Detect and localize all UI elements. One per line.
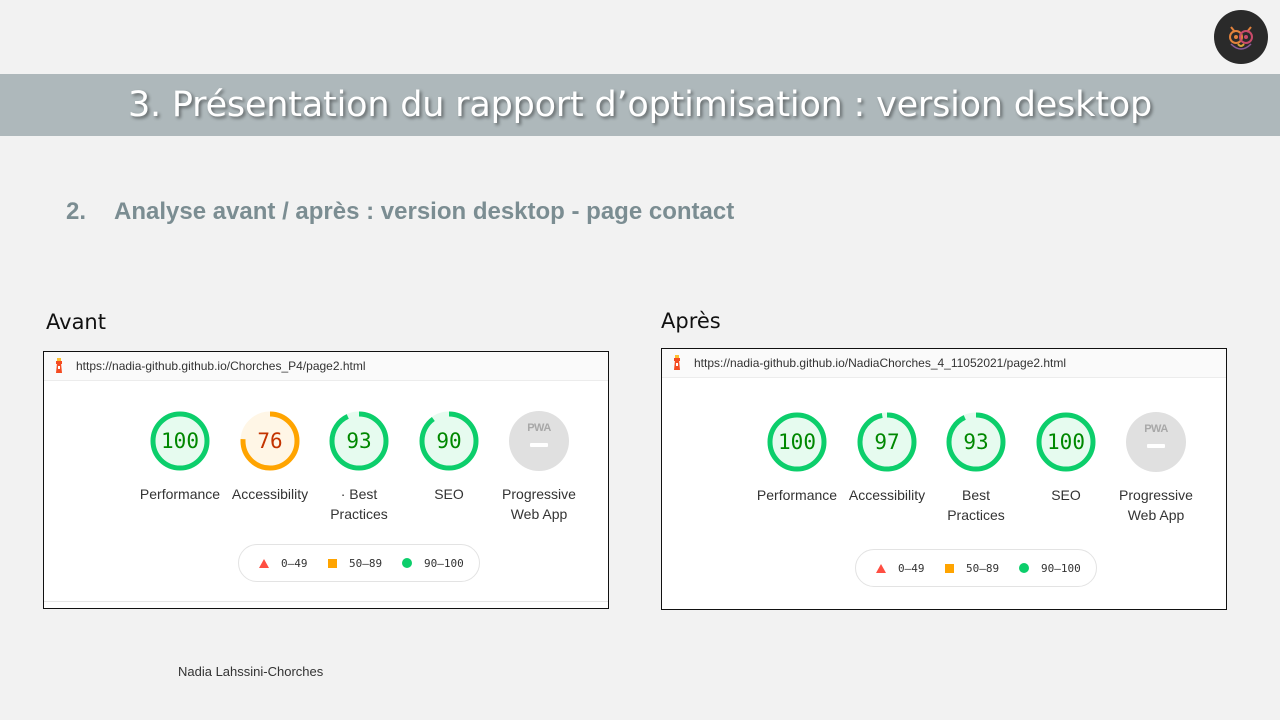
gauge-label: Best Practices [947,487,1005,523]
gauge-score: 100 [1047,430,1085,454]
gauge-score: 76 [257,429,283,453]
gauge-pwa[interactable]: PWA Progressive Web App [1111,411,1201,525]
lighthouse-report-before: https://nadia-github.github.io/Chorches_… [43,351,609,609]
gauge-performance[interactable]: 100 Performance [752,411,842,505]
score-legend: 0–49 50–89 90–100 [238,544,480,582]
gauge-label: Accessibility [848,487,926,503]
title-band: 3. Présentation du rapport d’optimisatio… [0,74,1280,136]
legend-fail: 0–49 [876,562,925,575]
panel-label-before: Avant [46,310,106,334]
gauge-seo[interactable]: 90 SEO [404,410,494,504]
gauge-seo[interactable]: 100 SEO [1021,411,1111,505]
square-icon [328,559,337,568]
circle-icon [402,558,412,568]
pwa-dash-icon [1147,444,1165,448]
gauge-score: 93 [346,429,372,453]
gauge-label: Performance [756,487,838,503]
gauge-score: 100 [778,430,816,454]
score-legend: 0–49 50–89 90–100 [855,549,1097,587]
divider [44,601,608,602]
pwa-icon: PWA [1144,423,1168,435]
owl-logo-icon [1214,10,1268,64]
triangle-icon [876,564,886,573]
gauge-label: SEO [434,486,464,502]
legend-average: 50–89 [328,557,382,570]
legend-pass: 90–100 [1019,562,1081,575]
gauge-label: Progressive Web App [1119,487,1193,523]
pwa-icon: PWA [527,422,551,434]
legend-average: 50–89 [945,562,999,575]
gauge-score: 90 [436,429,462,453]
subtitle-number: 2. [66,198,87,225]
gauge-score: 93 [963,430,989,454]
panel-label-after: Après [661,309,721,333]
subtitle-text: Analyse avant / après : version desktop … [114,198,735,225]
square-icon [945,564,954,573]
gauge-label: Progressive Web App [502,486,576,522]
gauge-best-practices[interactable]: 93 Best Practices [931,411,1021,525]
gauge-accessibility[interactable]: 76 Accessibility [225,410,315,504]
lighthouse-report-after: https://nadia-github.github.io/NadiaChor… [661,348,1227,610]
gauge-best-practices[interactable]: 93 · Best Practices [314,410,404,524]
gauge-performance[interactable]: 100 Performance [135,410,225,504]
gauge-label: · Best Practices [330,486,388,522]
triangle-icon [259,559,269,568]
gauge-label: Accessibility [231,486,309,502]
gauge-accessibility[interactable]: 97 Accessibility [842,411,932,505]
legend-pass: 90–100 [402,557,464,570]
gauge-score: 97 [874,430,900,454]
legend-fail: 0–49 [259,557,308,570]
slide-subtitle: 2. Analyse avant / après : version deskto… [66,198,734,226]
gauge-label: SEO [1051,487,1081,503]
pwa-dash-icon [530,443,548,447]
slide-title: 3. Présentation du rapport d’optimisatio… [127,85,1153,125]
gauge-label: Performance [139,486,221,502]
circle-icon [1019,563,1029,573]
gauge-pwa[interactable]: PWA Progressive Web App [494,410,584,524]
footer-author: Nadia Lahssini-Chorches [178,664,324,679]
gauge-score: 100 [161,429,199,453]
